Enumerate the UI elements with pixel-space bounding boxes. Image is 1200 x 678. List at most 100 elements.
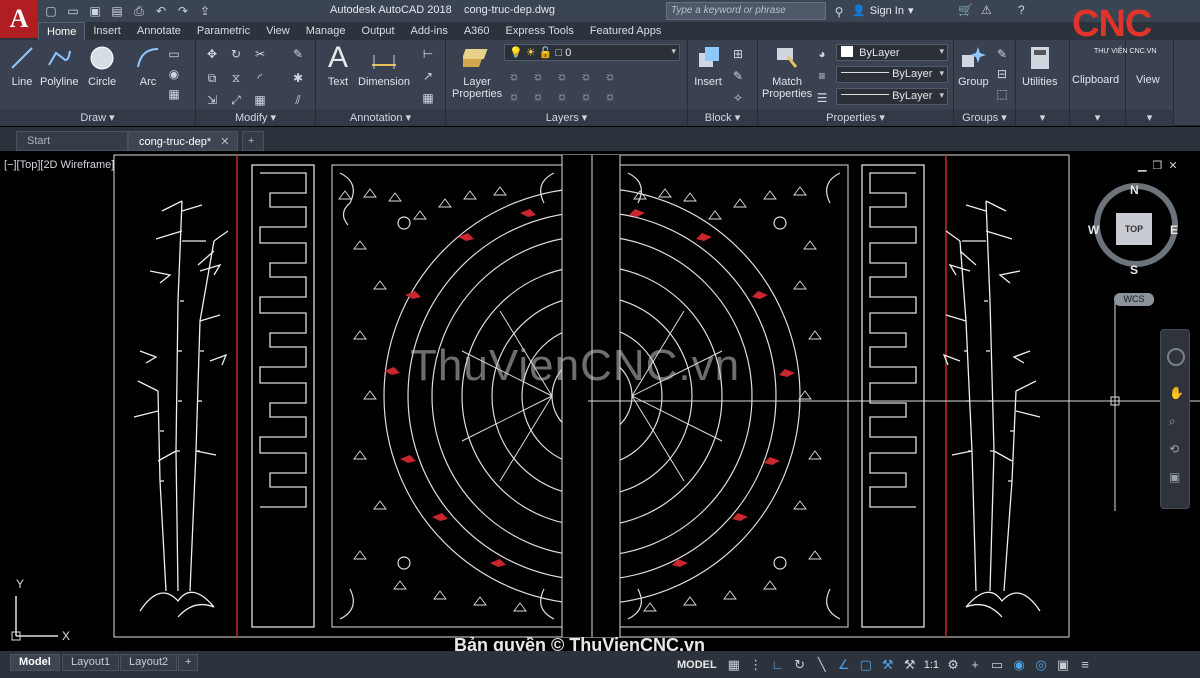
linetype-icon[interactable]: ≡	[814, 68, 830, 84]
panel-title-block[interactable]: Block ▾	[688, 110, 757, 126]
panel-title-groups[interactable]: Groups ▾	[954, 110, 1015, 126]
share-icon[interactable]: ⇪	[196, 2, 214, 20]
tab-layout2[interactable]: Layout2	[120, 654, 178, 671]
close-icon[interactable]: ✕	[220, 136, 229, 148]
layer-match-icon[interactable]: ☼	[602, 68, 618, 84]
layer-lock-icon[interactable]: ☼	[578, 68, 594, 84]
panel-title-draw[interactable]: Draw ▾	[0, 110, 195, 126]
erase-icon[interactable]: ✎	[290, 46, 306, 62]
add-tab-button[interactable]: +	[242, 131, 264, 151]
lineweight-icon[interactable]: ☰	[814, 90, 830, 106]
steering-wheel-icon[interactable]	[1167, 348, 1185, 366]
add-layout-button[interactable]: +	[178, 654, 199, 671]
layer-make-current-icon[interactable]: ☼	[506, 88, 522, 104]
grid-icon[interactable]: ▦	[726, 657, 742, 673]
cart-icon[interactable]: 🛒	[958, 3, 973, 17]
leader-icon[interactable]: ↗	[420, 68, 436, 84]
view-button[interactable]: View	[1136, 74, 1160, 86]
units-icon[interactable]: ▭	[989, 657, 1005, 673]
tab-home[interactable]: Home	[38, 22, 86, 40]
auto-scale-icon[interactable]: ⚒	[902, 657, 918, 673]
color-wheel-icon[interactable]: ◕	[814, 46, 830, 62]
zoom-icon[interactable]: ⌕	[1169, 414, 1176, 429]
layer-freeze-icon[interactable]: ☼	[554, 68, 570, 84]
layer-dropdown[interactable]: 💡 ☀ 🔓 □ 0 ▾	[504, 44, 680, 61]
move-icon[interactable]: ✥	[204, 46, 220, 62]
help-icon[interactable]: ?	[1018, 3, 1025, 17]
object-snap-icon[interactable]: ▢	[858, 657, 874, 673]
tab-output[interactable]: Output	[354, 22, 403, 40]
tab-view[interactable]: View	[258, 22, 298, 40]
layer-isolate-icon[interactable]: ☼	[530, 68, 546, 84]
print-icon[interactable]: ⎙	[130, 2, 148, 20]
layer-walk-icon[interactable]: ☼	[554, 88, 570, 104]
tab-cong-truc-dep[interactable]: cong-truc-dep* ✕	[128, 131, 238, 151]
tab-parametric[interactable]: Parametric	[189, 22, 258, 40]
orbit-icon[interactable]: ⟲	[1169, 442, 1179, 456]
edit-block-icon[interactable]: ✎	[730, 68, 746, 84]
mirror-icon[interactable]: ⧖	[228, 70, 244, 86]
drawing-canvas[interactable]: [−][Top][2D Wireframe] ▁ ❐ ✕ ThuVienCNC.…	[0, 151, 1200, 651]
fillet-icon[interactable]: ◜	[252, 70, 268, 86]
color-dropdown[interactable]: ByLayer ▾	[836, 44, 948, 61]
plus-icon[interactable]: +	[967, 657, 983, 672]
stretch-icon[interactable]: ⇲	[204, 92, 220, 108]
linetype-dropdown[interactable]: ByLayer ▾	[836, 66, 948, 83]
array-icon[interactable]: ▦	[252, 92, 268, 108]
annotation-visibility-icon[interactable]: ⚒	[880, 657, 896, 673]
polyline-button[interactable]: Polyline	[40, 44, 79, 88]
match-properties-button[interactable]: Match Properties	[762, 44, 812, 100]
object-snap-tracking-icon[interactable]: ∠	[836, 657, 852, 673]
isolate-objects-icon[interactable]: ◉	[1011, 657, 1027, 673]
layer-delete-icon[interactable]: ☼	[602, 88, 618, 104]
tab-add-ins[interactable]: Add-ins	[403, 22, 456, 40]
showmotion-icon[interactable]: ▣	[1169, 470, 1180, 484]
tab-featured-apps[interactable]: Featured Apps	[582, 22, 670, 40]
layer-off-icon[interactable]: ☼	[506, 68, 522, 84]
attribute-icon[interactable]: ✧	[730, 90, 746, 106]
gradient-icon[interactable]: ▦	[166, 86, 182, 102]
explode-icon[interactable]: ✱	[290, 70, 306, 86]
binoculars-icon[interactable]: ⚲	[830, 3, 848, 21]
undo-icon[interactable]: ↶	[152, 2, 170, 20]
redo-icon[interactable]: ↷	[174, 2, 192, 20]
clipboard-button[interactable]: Clipboard	[1072, 74, 1119, 86]
table-icon[interactable]: ▦	[420, 90, 436, 106]
tab-annotate[interactable]: Annotate	[129, 22, 189, 40]
viewcube-top-face[interactable]: TOP	[1116, 213, 1152, 245]
pan-icon[interactable]: ✋	[1169, 386, 1184, 400]
dimension-button[interactable]: Dimension	[358, 44, 410, 88]
tab-layout1[interactable]: Layout1	[62, 654, 120, 671]
panel-title-utilities[interactable]: ▾	[1016, 110, 1069, 126]
offset-icon[interactable]: ⫽	[290, 92, 306, 108]
rotate-icon[interactable]: ↻	[228, 46, 244, 62]
panel-title-view[interactable]: ▾	[1126, 110, 1173, 126]
tab-model[interactable]: Model	[10, 654, 60, 671]
compass-north[interactable]: N	[1130, 183, 1139, 197]
isodraft-icon[interactable]: ╲	[814, 657, 830, 673]
compass-east[interactable]: E	[1170, 223, 1178, 237]
group-select-icon[interactable]: ⬚	[994, 86, 1010, 102]
linear-dim-icon[interactable]: ⊢	[420, 46, 436, 62]
wcs-menu-button[interactable]: WCS	[1114, 293, 1154, 306]
panel-title-annotation[interactable]: Annotation ▾	[316, 110, 445, 126]
panel-title-clipboard[interactable]: ▾	[1070, 110, 1125, 126]
line-button[interactable]: Line	[8, 44, 36, 88]
ortho-icon[interactable]: ∟	[770, 657, 786, 672]
panel-title-layers[interactable]: Layers ▾	[446, 110, 687, 126]
tab-start[interactable]: Start	[16, 131, 128, 151]
group-edit-icon[interactable]: ⊟	[994, 66, 1010, 82]
app-menu-button[interactable]: A	[0, 0, 38, 38]
scale-icon[interactable]: ⤢	[228, 92, 244, 108]
hatch-icon[interactable]: ◉	[166, 66, 182, 82]
open-folder-icon[interactable]: ▭	[64, 2, 82, 20]
model-space-toggle[interactable]: MODEL	[674, 659, 720, 671]
copy-icon[interactable]: ⧉	[204, 70, 220, 86]
create-block-icon[interactable]: ⊞	[730, 46, 746, 62]
customization-icon[interactable]: ≡	[1077, 657, 1093, 672]
layer-previous-icon[interactable]: ☼	[530, 88, 546, 104]
settings-gear-icon[interactable]: ⚙	[945, 657, 961, 673]
panel-title-properties[interactable]: Properties ▾	[758, 110, 953, 126]
save-as-icon[interactable]: ▤	[108, 2, 126, 20]
new-file-icon[interactable]: ▢	[42, 2, 60, 20]
